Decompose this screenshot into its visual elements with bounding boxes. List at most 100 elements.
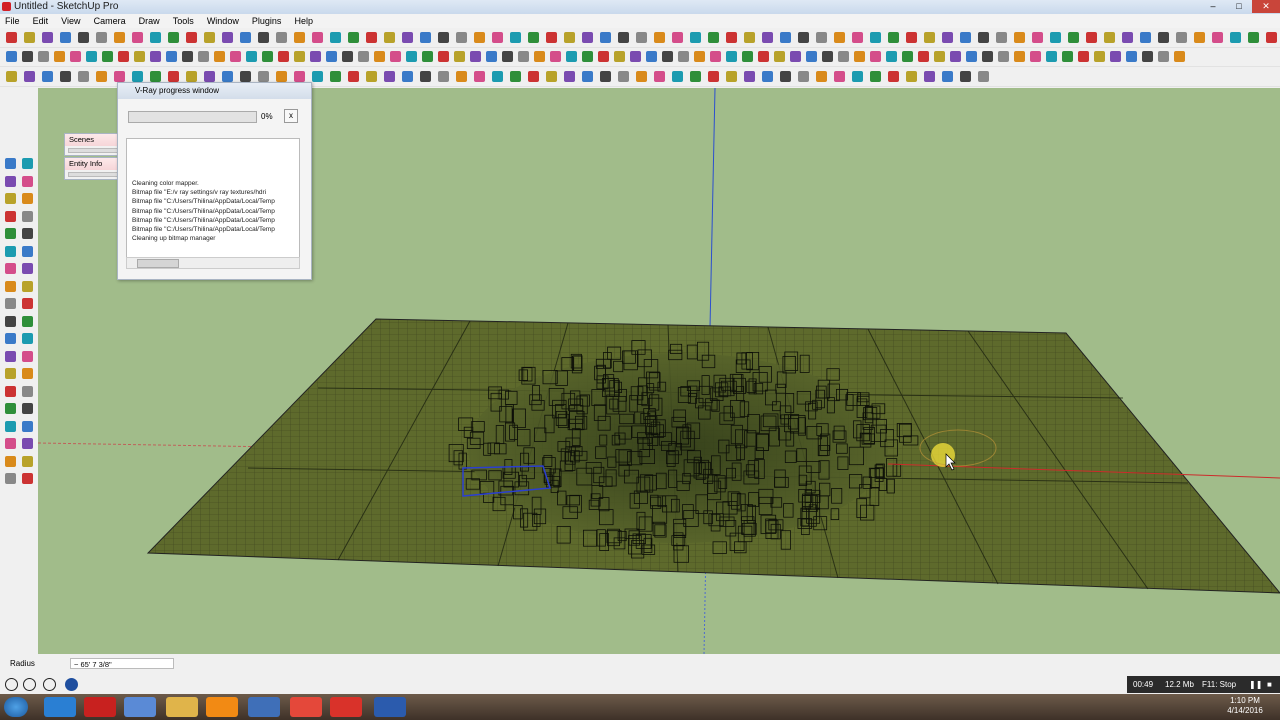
toolbar-tool-icon[interactable] <box>384 32 395 43</box>
toolbar-tool-icon[interactable] <box>582 32 593 43</box>
toolbar-tool-icon[interactable] <box>1122 32 1133 43</box>
toolbar-tool-icon[interactable] <box>1032 32 1043 43</box>
toolbar-tool-icon[interactable] <box>366 32 377 43</box>
toolbar-tool-icon[interactable] <box>1104 32 1115 43</box>
toolbar-tool-icon[interactable] <box>1014 51 1025 62</box>
toolbar-tool-icon[interactable] <box>406 51 417 62</box>
toolbar-tool-icon[interactable] <box>222 32 233 43</box>
toolbar-tool-icon[interactable] <box>366 71 377 82</box>
toolbar-tool-icon[interactable] <box>24 32 35 43</box>
toolbar-tool-icon[interactable] <box>42 71 53 82</box>
pause-icon[interactable]: ❚❚ <box>1249 680 1262 689</box>
toolbar-tool-icon[interactable] <box>942 71 953 82</box>
toolbar-tool-icon[interactable] <box>402 71 413 82</box>
toolbar-tool-icon[interactable] <box>38 51 49 62</box>
toolbar-tool-icon[interactable] <box>420 32 431 43</box>
toolbar-tool-icon[interactable] <box>690 71 701 82</box>
toolbar-tool-icon[interactable] <box>528 71 539 82</box>
drawing-tool-icon[interactable] <box>22 455 33 467</box>
toolbar-tool-icon[interactable] <box>672 71 683 82</box>
toolbar-tool-icon[interactable] <box>798 32 809 43</box>
drawing-tool-icon[interactable] <box>5 263 16 274</box>
menu-view[interactable]: View <box>56 14 85 28</box>
drawing-tool-icon[interactable] <box>22 210 33 222</box>
toolbar-tool-icon[interactable] <box>438 71 449 82</box>
toolbar-tool-icon[interactable] <box>888 71 899 82</box>
toolbar-tool-icon[interactable] <box>806 51 817 62</box>
drawing-tool-icon[interactable] <box>22 263 33 274</box>
toolbar-tool-icon[interactable] <box>1046 51 1057 62</box>
toolbar-tool-icon[interactable] <box>262 51 273 62</box>
toolbar-tool-icon[interactable] <box>816 32 827 43</box>
toolbar-tool-icon[interactable] <box>1140 32 1151 43</box>
toolbar-tool-icon[interactable] <box>78 71 89 82</box>
toolbar-tool-icon[interactable] <box>1142 51 1153 62</box>
toolbar-tool-icon[interactable] <box>852 32 863 43</box>
toolbar-tool-icon[interactable] <box>726 51 737 62</box>
menu-window[interactable]: Window <box>202 14 244 28</box>
toolbar-tool-icon[interactable] <box>182 51 193 62</box>
toolbar-tool-icon[interactable] <box>510 71 521 82</box>
toolbar-tool-icon[interactable] <box>492 32 503 43</box>
media-player-icon[interactable] <box>124 697 156 717</box>
toolbar-tool-icon[interactable] <box>312 71 323 82</box>
toolbar-tool-icon[interactable] <box>358 51 369 62</box>
toolbar-tool-icon[interactable] <box>600 32 611 43</box>
toolbar-tool-icon[interactable] <box>762 32 773 43</box>
toolbar-tool-icon[interactable] <box>780 32 791 43</box>
toolbar-tool-icon[interactable] <box>96 32 107 43</box>
toolbar-tool-icon[interactable] <box>822 51 833 62</box>
toolbar-tool-icon[interactable] <box>204 32 215 43</box>
drawing-tool-icon[interactable] <box>5 175 16 187</box>
toolbar-tool-icon[interactable] <box>374 51 385 62</box>
toolbar-tool-icon[interactable] <box>310 51 321 62</box>
drawing-tool-icon[interactable] <box>5 438 16 449</box>
toolbar-tool-icon[interactable] <box>888 32 899 43</box>
toolbar-tool-icon[interactable] <box>1126 51 1137 62</box>
toolbar-tool-icon[interactable] <box>312 32 323 43</box>
toolbar-tool-icon[interactable] <box>204 71 215 82</box>
toolbar-tool-icon[interactable] <box>636 71 647 82</box>
toolbar-tool-icon[interactable] <box>690 32 701 43</box>
toolbar-tool-icon[interactable] <box>96 71 107 82</box>
scrollbar-thumb[interactable] <box>137 259 179 268</box>
drawing-tool-icon[interactable] <box>22 228 33 239</box>
drawing-tool-icon[interactable] <box>5 298 16 309</box>
toolbar-tool-icon[interactable] <box>348 71 359 82</box>
drawing-tool-icon[interactable] <box>5 455 16 467</box>
toolbar-tool-icon[interactable] <box>886 51 897 62</box>
drawing-tool-icon[interactable] <box>22 368 33 379</box>
credits-icon[interactable] <box>43 678 56 691</box>
file-explorer-icon[interactable] <box>166 697 198 717</box>
toolbar-tool-icon[interactable] <box>906 71 917 82</box>
toolbar-tool-icon[interactable] <box>60 71 71 82</box>
toolbar-tool-icon[interactable] <box>6 32 17 43</box>
toolbar-tool-icon[interactable] <box>326 51 337 62</box>
measurement-input[interactable]: ~ 65' 7 3/8" <box>70 658 174 669</box>
toolbar-tool-icon[interactable] <box>150 51 161 62</box>
toolbar-tool-icon[interactable] <box>630 51 641 62</box>
vlc-icon[interactable] <box>206 697 238 717</box>
word-icon[interactable] <box>374 697 406 717</box>
toolbar-tool-icon[interactable] <box>294 71 305 82</box>
toolbar-tool-icon[interactable] <box>870 71 881 82</box>
toolbar-tool-icon[interactable] <box>906 32 917 43</box>
toolbar-tool-icon[interactable] <box>246 51 257 62</box>
drawing-tool-icon[interactable] <box>5 245 16 257</box>
toolbar-tool-icon[interactable] <box>834 32 845 43</box>
toolbar-tool-icon[interactable] <box>854 51 865 62</box>
toolbar-tool-icon[interactable] <box>1068 32 1079 43</box>
toolbar-tool-icon[interactable] <box>1078 51 1089 62</box>
toolbar-tool-icon[interactable] <box>186 71 197 82</box>
toolbar-tool-icon[interactable] <box>422 51 433 62</box>
drawing-tool-icon[interactable] <box>22 473 33 484</box>
vray-log[interactable]: Cleaning color mapper. Bitmap file "E:/v… <box>126 138 300 258</box>
toolbar-tool-icon[interactable] <box>918 51 929 62</box>
drawing-tool-icon[interactable] <box>5 315 16 327</box>
help-icon[interactable] <box>65 678 78 691</box>
toolbar-tool-icon[interactable] <box>390 51 401 62</box>
toolbar-tool-icon[interactable] <box>502 51 513 62</box>
toolbar-tool-icon[interactable] <box>114 71 125 82</box>
toolbar-tool-icon[interactable] <box>456 71 467 82</box>
toolbar-tool-icon[interactable] <box>924 32 935 43</box>
